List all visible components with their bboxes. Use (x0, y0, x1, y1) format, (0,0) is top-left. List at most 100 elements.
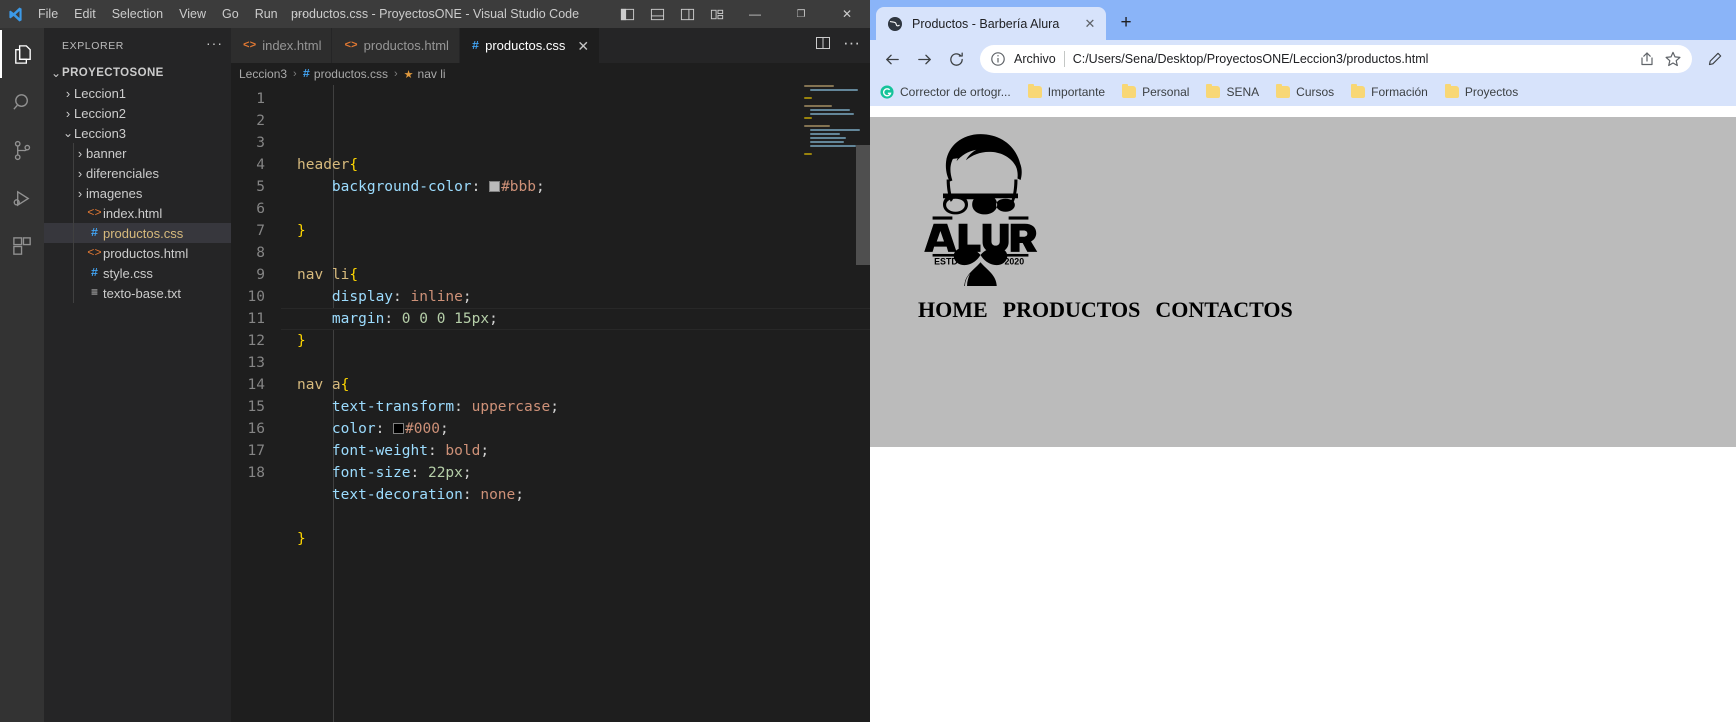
activity-source-control[interactable] (0, 126, 44, 174)
menu-run[interactable]: Run (247, 3, 286, 25)
editor-tab-productos-html[interactable]: <> productos.html (332, 28, 460, 63)
back-button[interactable] (878, 45, 906, 73)
bookmarks-bar[interactable]: Corrector de ortogr... Importante Personal… (870, 78, 1736, 106)
omnibox-url[interactable]: C:/Users/Sena/Desktop/ProyectosONE/Lecci… (1073, 52, 1630, 66)
color-swatch[interactable] (489, 181, 501, 192)
activity-run-debug[interactable] (0, 174, 44, 222)
menu-edit[interactable]: Edit (66, 3, 104, 25)
star-icon[interactable] (1664, 50, 1682, 68)
bookmark-sena[interactable]: SENA (1206, 84, 1259, 99)
breadcrumb[interactable]: Leccion3 › # productos.css › ★ nav li (231, 63, 870, 85)
code-line[interactable]: text-transform: uppercase; (281, 396, 870, 418)
editor-tab-productos-css[interactable]: # productos.css ✕ (459, 28, 601, 63)
editor-scrollbar-thumb[interactable] (856, 145, 870, 265)
forward-button[interactable] (910, 45, 938, 73)
breadcrumb-symbol[interactable]: nav li (418, 67, 446, 81)
chevron-right-icon[interactable]: › (62, 86, 74, 101)
site-navigation[interactable]: HOME PRODUCTOS CONTACTOS (870, 286, 1736, 339)
chevron-down-icon[interactable]: ⌄ (62, 126, 74, 140)
tree-item-productos-css[interactable]: # productos.css (44, 223, 231, 243)
menu-selection[interactable]: Selection (104, 3, 171, 25)
code-editor[interactable]: 1 2 3 4 5 6 7 8 9 10 11 12 13 14 15 16 17 18 header{ back… (231, 85, 870, 722)
customize-layout-icon[interactable] (702, 0, 732, 28)
tree-item-imagenes[interactable]: › imagenes (44, 183, 231, 203)
code-line[interactable]: nav a{ (281, 374, 870, 396)
editor-tabbar[interactable]: <> index.html <> productos.html # productos.c… (231, 28, 870, 63)
activity-search[interactable] (0, 78, 44, 126)
menu-file[interactable]: File (30, 3, 66, 25)
code-line[interactable] (281, 198, 870, 220)
editor-tab-index-html[interactable]: <> index.html (231, 28, 333, 63)
bookmark-proyectos[interactable]: Proyectos (1444, 84, 1518, 99)
activity-explorer[interactable] (0, 30, 44, 78)
vscode-menubar[interactable]: File Edit Selection View Go Run ··· (30, 3, 314, 25)
close-icon[interactable]: ✕ (1082, 16, 1098, 32)
code-line[interactable] (281, 506, 870, 528)
code-line[interactable] (281, 352, 870, 374)
chevron-right-icon[interactable]: › (62, 106, 74, 121)
explorer-more-actions-icon[interactable]: ··· (206, 36, 223, 53)
code-line[interactable]: color: #000; (281, 418, 870, 440)
bookmark-importante[interactable]: Importante (1027, 84, 1105, 99)
tree-item-leccion3[interactable]: ⌄ Leccion3 (44, 123, 231, 143)
bookmark-corrector-de-ortogr[interactable]: Corrector de ortogr... (880, 85, 1011, 99)
activity-extensions[interactable] (0, 222, 44, 270)
nav-link-home[interactable]: HOME (918, 297, 988, 322)
code-content[interactable]: header{ background-color: #bbb; } nav li… (281, 85, 870, 722)
pencil-icon[interactable] (1702, 46, 1728, 72)
browser-tab[interactable]: Productos - Barbería Alura ✕ (876, 7, 1106, 40)
code-line[interactable]: text-decoration: none; (281, 484, 870, 506)
window-maximize-button[interactable]: ❐ (778, 0, 824, 28)
address-bar[interactable]: Archivo C:/Users/Sena/Desktop/ProyectosO… (980, 45, 1692, 73)
code-line[interactable]: font-weight: bold; (281, 440, 870, 462)
menu-more[interactable]: ··· (286, 3, 315, 25)
bookmark-formaci-n[interactable]: Formación (1351, 84, 1428, 99)
tree-item-texto-base-txt[interactable]: ≡ texto-base.txt (44, 283, 231, 303)
nav-link-contactos[interactable]: CONTACTOS (1155, 297, 1292, 322)
code-line[interactable]: } (281, 528, 870, 550)
code-line[interactable]: nav li{ (281, 264, 870, 286)
window-close-button[interactable]: ✕ (824, 0, 870, 28)
editor-scrollbar[interactable] (856, 85, 870, 722)
menu-go[interactable]: Go (214, 3, 247, 25)
nav-link-productos[interactable]: PRODUCTOS (1003, 297, 1141, 322)
bookmark-personal[interactable]: Personal (1122, 84, 1189, 99)
bookmark-cursos[interactable]: Cursos (1276, 84, 1334, 99)
chevron-right-icon[interactable]: › (74, 146, 86, 161)
editor-more-actions-icon[interactable]: ··· (843, 34, 860, 53)
tree-item-proyectosone[interactable]: ⌄ PROYECTOSONE (44, 63, 231, 83)
reload-button[interactable] (942, 45, 970, 73)
code-line[interactable]: background-color: #bbb; (281, 176, 870, 198)
toggle-panel-icon[interactable] (642, 0, 672, 28)
info-circle-icon[interactable] (990, 51, 1006, 67)
code-line[interactable]: } (281, 330, 870, 352)
chevron-right-icon[interactable]: › (74, 166, 86, 181)
tree-item-banner[interactable]: › banner (44, 143, 231, 163)
code-line[interactable]: font-size: 22px; (281, 462, 870, 484)
tree-item-style-css[interactable]: # style.css (44, 263, 231, 283)
breadcrumb-folder[interactable]: Leccion3 (239, 67, 287, 81)
new-tab-button[interactable]: + (1112, 9, 1140, 37)
chevron-right-icon[interactable]: › (74, 186, 86, 201)
code-line[interactable]: display: inline; (281, 286, 870, 308)
code-line[interactable] (281, 242, 870, 264)
tree-item-leccion1[interactable]: › Leccion1 (44, 83, 231, 103)
tab-close-icon[interactable]: ✕ (577, 39, 589, 53)
tree-item-index-html[interactable]: <> index.html (44, 203, 231, 223)
code-line[interactable]: header{ (281, 154, 870, 176)
breadcrumb-file[interactable]: productos.css (314, 67, 388, 81)
code-line[interactable]: } (281, 220, 870, 242)
color-swatch[interactable] (393, 423, 405, 434)
menu-view[interactable]: View (171, 3, 214, 25)
file-tree[interactable]: ⌄ PROYECTOSONE › Leccion1 › Leccion2 ⌄ Leccion3… (44, 63, 231, 722)
split-editor-icon[interactable] (815, 35, 831, 56)
code-line[interactable]: margin: 0 0 0 15px; (281, 308, 870, 330)
share-icon[interactable] (1638, 50, 1656, 68)
minimap[interactable] (804, 85, 860, 722)
tree-item-productos-html[interactable]: <> productos.html (44, 243, 231, 263)
toggle-primary-sidebar-icon[interactable] (612, 0, 642, 28)
toggle-secondary-sidebar-icon[interactable] (672, 0, 702, 28)
tree-item-leccion2[interactable]: › Leccion2 (44, 103, 231, 123)
window-minimize-button[interactable]: — (732, 0, 778, 28)
tree-item-diferenciales[interactable]: › diferenciales (44, 163, 231, 183)
